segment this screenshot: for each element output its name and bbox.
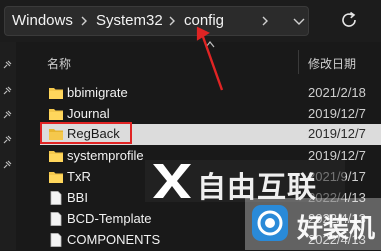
folder-icon (49, 88, 63, 99)
watermark-ziyouhulian: 自由互联 (145, 160, 345, 204)
chevron-right-icon (81, 16, 87, 26)
camera-logo-icon (252, 205, 288, 241)
file-name: systemprofile (67, 148, 144, 163)
file-date: 2019/12/7 (308, 126, 366, 141)
pin-icon (3, 86, 12, 95)
column-header-date[interactable]: 修改日期 (308, 55, 356, 72)
annotation-arrow (196, 26, 224, 91)
file-icon (50, 233, 62, 247)
file-date: 2019/12/7 (308, 106, 366, 121)
pin-icon (3, 135, 12, 144)
chevron-right-icon (169, 16, 175, 26)
navigation-pane[interactable] (0, 42, 16, 250)
chevron-down-icon[interactable] (293, 16, 305, 26)
address-bar[interactable]: Windows System32 config (4, 6, 309, 36)
column-header-name[interactable]: 名称 (47, 55, 71, 72)
file-name: bbimigrate (67, 85, 128, 100)
refresh-icon[interactable] (338, 9, 360, 31)
file-name: BBI (67, 190, 88, 205)
file-icon (50, 191, 62, 205)
pin-icon (3, 160, 12, 169)
file-name: COMPONENTS (67, 232, 161, 247)
chevron-right-icon (262, 16, 268, 26)
file-icon (50, 212, 62, 226)
breadcrumb-system32[interactable]: System32 (96, 7, 163, 35)
breadcrumb-windows[interactable]: Windows (12, 7, 73, 35)
folder-icon (49, 172, 63, 183)
file-date: 2021/2/18 (308, 85, 366, 100)
folder-icon (49, 109, 63, 120)
watermark-text: 好装机 (297, 214, 376, 244)
highlight-box (40, 122, 132, 144)
x-logo-icon (153, 164, 191, 198)
watermark-haozhuangji: 好装机 (245, 198, 381, 250)
file-name: BCD-Template (67, 211, 152, 226)
column-divider[interactable] (298, 50, 299, 74)
file-name: Journal (67, 106, 110, 121)
pin-icon (3, 60, 12, 69)
file-name: TxR (67, 169, 91, 184)
folder-icon (49, 151, 63, 162)
pin-icon (3, 110, 12, 119)
